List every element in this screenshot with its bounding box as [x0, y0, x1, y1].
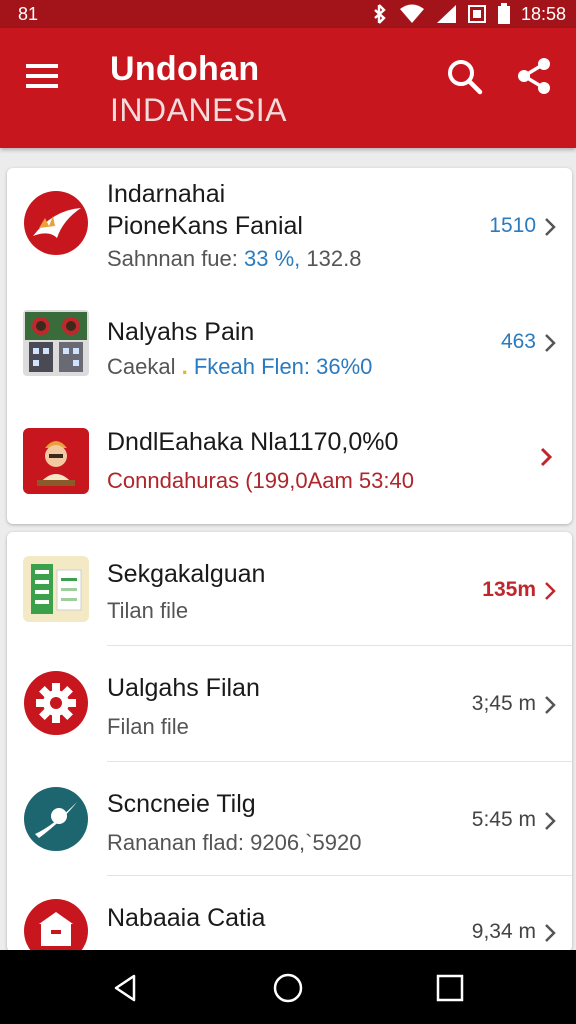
search-icon[interactable]	[444, 56, 484, 96]
chevron-right-icon	[545, 696, 556, 714]
home-icon[interactable]	[270, 970, 306, 1006]
item-title: Nalyahs Pain	[107, 318, 255, 346]
wifi-icon	[399, 4, 424, 23]
item-meta: 1510	[489, 214, 536, 237]
item-subtitle: Tilan file	[107, 598, 189, 623]
item-subtitle-suffix: 132.8	[306, 246, 362, 271]
list-item[interactable]: Sekgakalguan Tilan file 135m	[7, 532, 572, 646]
item-subtitle: Rananan flad: 9206,`5920	[107, 830, 362, 855]
status-bar: 81 18:58	[0, 0, 576, 28]
chevron-right-icon	[545, 218, 556, 236]
item-subtitle: Conndahuras (199,0Aam 53:40	[107, 468, 414, 493]
bluetooth-icon	[374, 4, 386, 24]
item-meta: 463	[500, 330, 536, 353]
item-title: Scncneie Tilg	[107, 790, 256, 818]
back-icon[interactable]	[108, 970, 144, 1006]
list-item[interactable]: Nabaaia Catia 9,34 m	[7, 876, 572, 952]
recent-apps-icon[interactable]	[432, 970, 468, 1006]
chevron-right-icon	[545, 924, 556, 942]
building-thumbnail-icon	[23, 310, 89, 376]
item-meta: 135m	[482, 578, 536, 601]
item-meta: 5:45 m	[471, 808, 536, 831]
app-title: Undohan	[110, 50, 260, 88]
highlight-mark: .	[181, 354, 188, 379]
files-card: Sekgakalguan Tilan file 135m Ualgahs Fil…	[7, 532, 572, 952]
signal-icon	[436, 5, 456, 23]
list-item[interactable]: Indarnahai PioneKans Fanial Sahnnan fue:…	[7, 168, 572, 288]
list-item[interactable]: Ualgahs Filan Filan file 3;45 m	[7, 646, 572, 762]
item-subtitle-value: Fkeah Flen: 36%0	[193, 354, 373, 379]
chevron-right-icon	[545, 582, 556, 600]
item-subtitle-value: 33 %,	[244, 246, 301, 271]
item-title: Nabaaia Catia	[107, 904, 266, 932]
system-nav-bar	[0, 950, 576, 1024]
document-icon	[23, 556, 89, 622]
item-title: DndlEahaka Nla1170,0%0	[107, 428, 399, 456]
app-subtitle: INDANESIA	[110, 92, 287, 128]
item-subtitle: Filan file	[107, 714, 189, 739]
item-subtitle: Caekal . Fkeah Flen: 36%0	[107, 354, 372, 380]
hamburger-menu-icon[interactable]	[22, 58, 64, 94]
battery-icon	[497, 3, 510, 24]
featured-card: Indarnahai PioneKans Fanial Sahnnan fue:…	[7, 168, 572, 524]
list-item[interactable]: Scncneie Tilg Rananan flad: 9206,`5920 5…	[7, 762, 572, 876]
app-bar: Undohan INDANESIA	[0, 28, 576, 148]
planet-icon	[24, 787, 88, 851]
item-meta: 3;45 m	[471, 692, 536, 715]
item-title: Ualgahs Filan	[107, 674, 260, 702]
chevron-right-icon	[540, 447, 553, 467]
status-left-text: 81	[18, 4, 39, 24]
archive-box-icon	[24, 899, 88, 952]
item-title: Sekgakalguan	[107, 560, 266, 588]
item-subtitle-prefix: Caekal	[107, 354, 176, 379]
item-title-line1: Indarnahai	[107, 180, 226, 208]
item-subtitle: Sahnnan fue: 33 %, 132.8	[107, 246, 361, 272]
item-subtitle-prefix: Sahnnan fue:	[107, 246, 238, 271]
item-title-line2: PioneKans Fanial	[107, 212, 303, 240]
list-item[interactable]: Nalyahs Pain Caekal . Fkeah Flen: 36%0 4…	[7, 288, 572, 398]
share-icon[interactable]	[514, 56, 554, 96]
red-swoosh-logo-icon	[24, 191, 88, 255]
item-meta: 9,34 m	[471, 920, 536, 943]
gear-icon	[24, 671, 88, 735]
sim-icon	[467, 5, 486, 23]
chevron-right-icon	[545, 334, 556, 352]
warrior-figure-icon	[23, 428, 89, 494]
chevron-right-icon	[545, 812, 556, 830]
list-item[interactable]: DndlEahaka Nla1170,0%0 Conndahuras (199,…	[7, 398, 572, 524]
status-time: 18:58	[520, 3, 566, 24]
